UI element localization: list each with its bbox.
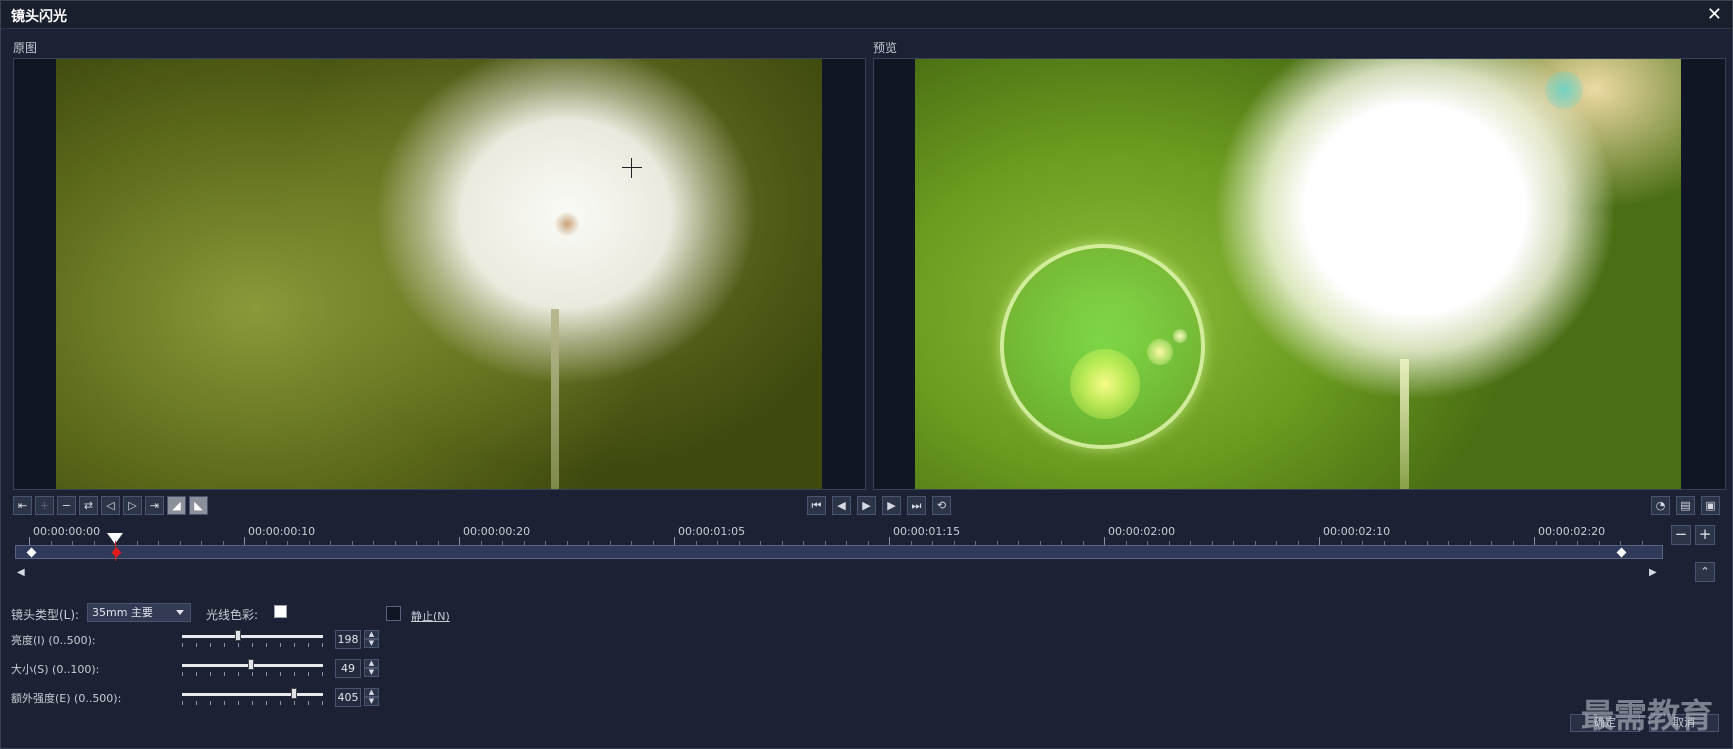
next-keyframe-button[interactable]: ▷ [123, 496, 142, 515]
value-spinner[interactable]: ▲ ▼ [364, 630, 379, 649]
title-bar: 镜头闪光 ✕ [1, 1, 1732, 29]
dandelion-center [554, 211, 580, 237]
slider-ticks [182, 672, 323, 676]
slider-track [182, 693, 323, 696]
slider-thumb[interactable] [291, 688, 297, 699]
timecode-label: 00:00:00:20 [463, 525, 531, 538]
close-icon[interactable]: ✕ [1707, 4, 1722, 25]
current-keyframe-marker[interactable] [111, 547, 122, 558]
zoom-in-button[interactable]: + [1695, 525, 1715, 545]
preview-image [915, 59, 1681, 489]
value-spinner[interactable]: ▲ ▼ [364, 688, 379, 707]
chevron-down-icon [176, 610, 184, 615]
ruler-tick [674, 537, 675, 545]
preview-device-button[interactable]: ▤ [1676, 496, 1695, 515]
ruler-tick [244, 537, 245, 545]
slider-track [182, 635, 323, 638]
add-keyframe-button[interactable]: + [35, 496, 54, 515]
ruler-tick [29, 537, 30, 545]
ruler-tick [1319, 537, 1320, 545]
reverse-keyframes-button[interactable]: ⇄ [79, 496, 98, 515]
parameter-value-input[interactable]: 49 [335, 659, 361, 678]
original-viewer[interactable] [13, 58, 866, 490]
play-button[interactable]: ▶ [857, 496, 876, 515]
scroll-left-icon[interactable]: ◀ [17, 567, 25, 578]
repeat-button[interactable]: ⟲ [932, 496, 951, 515]
end-button[interactable]: ⏭ [907, 496, 926, 515]
slider-ticks [182, 701, 323, 705]
ruler-tick [889, 537, 890, 545]
slider-label: 亮度(I) (0..500): [11, 634, 96, 647]
parameter-value-input[interactable]: 198 [335, 630, 361, 649]
keyframe-track[interactable] [15, 545, 1663, 559]
spin-up-icon[interactable]: ▲ [364, 688, 379, 697]
dandelion-stem [1400, 359, 1409, 489]
lens-type-value: 35mm 主要 [92, 606, 153, 619]
preview-label: 预览 [873, 41, 898, 55]
spin-down-icon[interactable]: ▼ [364, 668, 379, 677]
parameter-slider[interactable] [182, 659, 323, 677]
slider-label: 大小(S) (0..100): [11, 663, 100, 676]
prev-frame-button[interactable]: ◀ [832, 496, 851, 515]
playhead-line [115, 541, 116, 561]
flare-position-crosshair-icon[interactable] [622, 158, 642, 178]
slider-thumb[interactable] [235, 630, 241, 641]
flare-teal-dot [1545, 71, 1583, 109]
timecode-label: 00:00:02:10 [1323, 525, 1391, 538]
ray-color-swatch[interactable] [274, 605, 287, 618]
preview-toggle-button[interactable]: ▣ [1701, 496, 1720, 515]
slider-thumb[interactable] [248, 659, 254, 670]
slider-ticks [182, 643, 323, 647]
flare-dot [1173, 329, 1187, 343]
spin-up-icon[interactable]: ▲ [364, 659, 379, 668]
home-button[interactable]: ⏮ [807, 496, 826, 515]
watermark: 最需教育 [1581, 696, 1713, 735]
parameter-slider[interactable] [182, 688, 323, 706]
flare-blob [1070, 349, 1140, 419]
ray-color-label: 光线色彩: [206, 608, 259, 622]
timecode-label: 00:00:00:10 [248, 525, 316, 538]
parameter-value-input[interactable]: 405 [335, 688, 361, 707]
flare-dot [1147, 339, 1173, 365]
remove-keyframe-button[interactable]: − [57, 496, 76, 515]
timecode-label: 00:00:01:15 [893, 525, 961, 538]
timeline-ruler[interactable]: 00:00:00:00 00:00:00:10 00:00:00:20 00:00:0… [15, 523, 1663, 545]
ruler-tick [1534, 537, 1535, 545]
static-checkbox[interactable] [386, 606, 401, 621]
value-spinner[interactable]: ▲ ▼ [364, 659, 379, 678]
slider-label: 额外强度(E) (0..500): [11, 692, 122, 705]
spin-down-icon[interactable]: ▼ [364, 639, 379, 648]
spin-down-icon[interactable]: ▼ [364, 697, 379, 706]
zoom-out-button[interactable]: − [1671, 525, 1691, 545]
original-image [56, 59, 822, 489]
lens-flare-dialog: 镜头闪光 ✕ 原图 预览 ⇤ + − ⇄ ◁ ▷ ⇥ ◢ ◣ ⏮ ◀ ▶ ▶ ⏭ ⟲ ◔ ▤ ▣ 00:00:… [0, 0, 1733, 749]
spin-up-icon[interactable]: ▲ [364, 630, 379, 639]
ruler-tick [459, 537, 460, 545]
preview-viewer [873, 58, 1726, 490]
static-label: 静止(N) [411, 610, 450, 623]
fade-in-button[interactable]: ◢ [167, 496, 186, 515]
timecode-label: 00:00:00:00 [33, 525, 101, 538]
go-to-keyframe-right-button[interactable]: ⇥ [145, 496, 164, 515]
timecode-label: 00:00:01:05 [678, 525, 746, 538]
original-label: 原图 [13, 41, 38, 55]
prev-keyframe-button[interactable]: ◁ [101, 496, 120, 515]
parameter-slider[interactable] [182, 630, 323, 648]
dandelion-stem [551, 309, 559, 489]
window-title: 镜头闪光 [11, 9, 67, 25]
lens-type-label: 镜头类型(L): [11, 608, 80, 622]
keyframe-marker[interactable] [1616, 547, 1627, 558]
timecode-label: 00:00:02:00 [1108, 525, 1176, 538]
next-frame-button[interactable]: ▶ [882, 496, 901, 515]
collapse-icon[interactable]: ⌃ [1695, 562, 1715, 582]
lens-type-select[interactable]: 35mm 主要 [87, 603, 191, 622]
timecode-label: 00:00:02:20 [1538, 525, 1606, 538]
ruler-tick [1104, 537, 1105, 545]
fade-out-button[interactable]: ◣ [189, 496, 208, 515]
go-to-keyframe-left-button[interactable]: ⇤ [13, 496, 32, 515]
keyframe-marker[interactable] [26, 547, 37, 558]
speed-icon-button[interactable]: ◔ [1651, 496, 1670, 515]
scroll-right-icon[interactable]: ▶ [1649, 567, 1657, 578]
